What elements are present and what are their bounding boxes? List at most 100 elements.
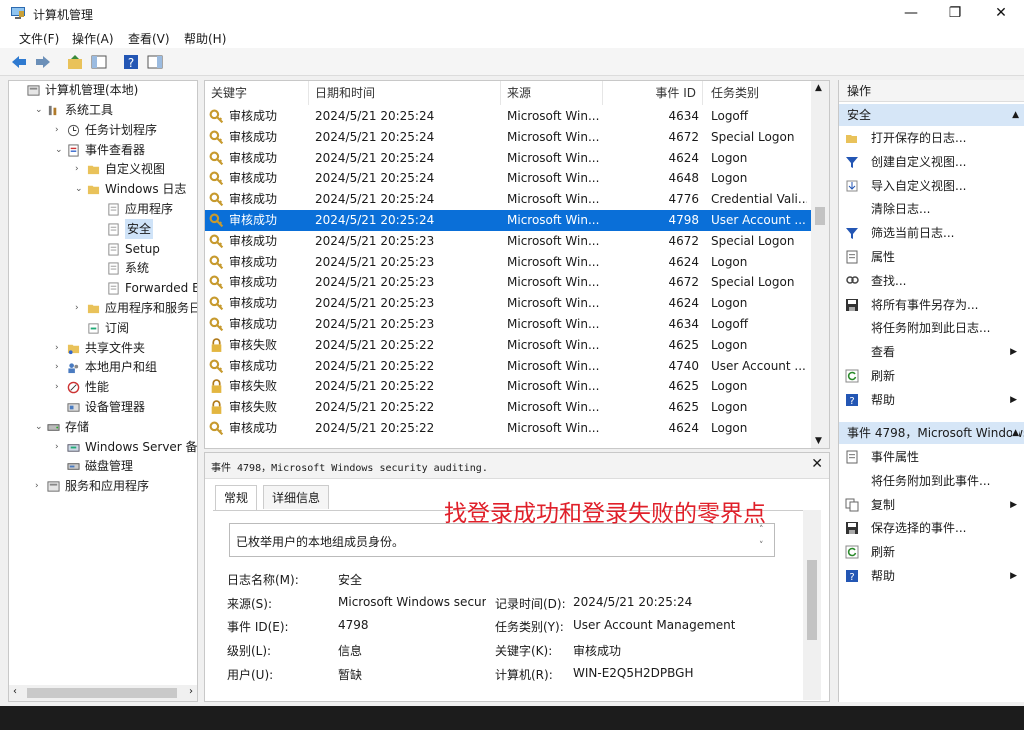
action-item[interactable]: 创建自定义视图... <box>839 150 1024 174</box>
tree-horizontal-scrollbar[interactable]: ‹ › <box>9 685 197 701</box>
tree-node[interactable]: 任务计划程序 <box>85 120 157 140</box>
event-row[interactable]: 审核成功 2024/5/21 20:25:23 Microsoft Win... 46… <box>205 252 811 273</box>
event-row[interactable]: 审核失败 2024/5/21 20:25:22 Microsoft Win... 46… <box>205 397 811 418</box>
tree-node[interactable]: 订阅 <box>105 318 129 338</box>
action-item[interactable]: 查看 ▶ <box>839 340 1024 364</box>
action-item[interactable]: ? 帮助 ▶ <box>839 388 1024 412</box>
tree-node[interactable]: 本地用户和组 <box>85 357 157 377</box>
event-row[interactable]: 审核成功 2024/5/21 20:25:23 Microsoft Win... 46… <box>205 231 811 252</box>
tree-node[interactable]: 系统 <box>125 258 149 278</box>
scroll-right-icon[interactable]: › <box>189 686 193 697</box>
tree-node[interactable]: 设备管理器 <box>85 397 145 417</box>
up-folder-icon[interactable] <box>66 53 84 71</box>
event-row[interactable]: 审核失败 2024/5/21 20:25:22 Microsoft Win... 46… <box>205 376 811 397</box>
menu-view[interactable]: 查看(V) <box>128 30 170 47</box>
event-row[interactable]: 审核成功 2024/5/21 20:25:24 Microsoft Win... 46… <box>205 168 811 189</box>
action-item[interactable]: 保存选择的事件... <box>839 516 1024 540</box>
action-item[interactable]: 筛选当前日志... <box>839 221 1024 245</box>
detail-scroll-thumb[interactable] <box>807 560 817 640</box>
help-icon[interactable]: ? <box>122 53 140 71</box>
event-row[interactable]: 审核成功 2024/5/21 20:25:24 Microsoft Win... 47… <box>205 210 811 231</box>
column-datetime[interactable]: 日期和时间 <box>309 81 501 105</box>
expand-chevron-icon[interactable]: › <box>55 338 59 358</box>
event-list-scroll-thumb[interactable] <box>815 207 825 225</box>
tree-node[interactable]: 共享文件夹 <box>85 338 145 358</box>
actions-section-event[interactable]: 事件 4798，Microsoft Windows security audit… <box>839 422 1024 444</box>
tree-node[interactable]: Forwarded Events <box>125 278 197 298</box>
action-item[interactable]: 查找... <box>839 269 1024 293</box>
action-item[interactable]: 刷新 <box>839 540 1024 564</box>
event-row[interactable]: 审核成功 2024/5/21 20:25:23 Microsoft Win... 46… <box>205 272 811 293</box>
action-item[interactable]: 清除日志... <box>839 197 1024 221</box>
collapse-chevron-icon[interactable]: ⌄ <box>75 179 83 199</box>
collapse-up-icon[interactable]: ▲ <box>1012 104 1019 126</box>
column-keyword[interactable]: 关键字 <box>205 81 309 105</box>
collapse-up-icon[interactable]: ▲ <box>1012 422 1019 444</box>
event-row[interactable]: 审核失败 2024/5/21 20:25:22 Microsoft Win... 46… <box>205 335 811 356</box>
action-item[interactable]: 事件属性 <box>839 445 1024 469</box>
collapse-chevron-icon[interactable]: ⌄ <box>35 100 43 120</box>
tree-node[interactable]: 性能 <box>85 377 109 397</box>
column-event-id[interactable]: 事件 ID <box>603 81 703 105</box>
actions-section-security[interactable]: 安全 ▲ <box>839 104 1024 126</box>
tree-node[interactable]: 应用程序 <box>125 199 173 219</box>
show-hide-action-pane-icon[interactable] <box>146 53 164 71</box>
event-row[interactable]: 审核成功 2024/5/21 20:25:22 Microsoft Win... 46… <box>205 418 811 439</box>
collapse-chevron-icon[interactable]: ⌄ <box>55 140 63 160</box>
action-item[interactable]: 复制 ▶ <box>839 493 1024 517</box>
description-scroll-down-icon[interactable]: ˅ <box>759 541 764 551</box>
minimize-button[interactable]: — <box>888 0 934 26</box>
tree-node[interactable]: 应用程序和服务日志 <box>105 298 197 318</box>
tree-node[interactable]: 存储 <box>65 417 89 437</box>
menu-file[interactable]: 文件(F) <box>19 30 59 47</box>
menu-help[interactable]: 帮助(H) <box>184 30 226 47</box>
detail-vertical-scrollbar[interactable] <box>803 510 821 700</box>
collapse-chevron-icon[interactable]: ⌄ <box>35 417 43 437</box>
scroll-left-icon[interactable]: ‹ <box>13 686 17 697</box>
action-item[interactable]: 将任务附加到此日志... <box>839 316 1024 340</box>
detail-close-button[interactable]: ✕ <box>811 456 823 472</box>
expand-chevron-icon[interactable]: › <box>75 298 79 318</box>
action-item[interactable]: ? 帮助 ▶ <box>839 564 1024 588</box>
event-row[interactable]: 审核成功 2024/5/21 20:25:24 Microsoft Win... 46… <box>205 148 811 169</box>
expand-chevron-icon[interactable]: › <box>55 377 59 397</box>
close-button[interactable]: ✕ <box>978 0 1024 26</box>
menu-action[interactable]: 操作(A) <box>72 30 114 47</box>
event-row[interactable]: 审核成功 2024/5/21 20:25:24 Microsoft Win... 47… <box>205 189 811 210</box>
tree-node[interactable]: 自定义视图 <box>105 159 165 179</box>
forward-arrow-icon[interactable] <box>34 53 52 71</box>
tree-node[interactable]: 系统工具 <box>65 100 113 120</box>
tab-details[interactable]: 详细信息 <box>263 485 330 509</box>
tree-node[interactable]: 计算机管理(本地) <box>45 81 138 100</box>
tab-general[interactable]: 常规 <box>215 485 258 511</box>
action-item[interactable]: 导入自定义视图... <box>839 174 1024 198</box>
action-item[interactable]: 刷新 <box>839 364 1024 388</box>
column-task-category[interactable]: 任务类别 <box>703 81 811 105</box>
tree-node[interactable]: Setup <box>125 239 160 259</box>
tree-node[interactable]: 安全 <box>125 218 154 239</box>
action-item[interactable]: 打开保存的日志... <box>839 126 1024 150</box>
scroll-up-icon[interactable]: ▲ <box>815 83 822 93</box>
tree-node[interactable]: Windows 日志 <box>105 179 186 199</box>
tree-node[interactable]: 事件查看器 <box>85 140 145 160</box>
event-row[interactable]: 审核成功 2024/5/21 20:25:22 Microsoft Win... 47… <box>205 356 811 377</box>
expand-chevron-icon[interactable]: › <box>55 120 59 140</box>
tree-node[interactable]: 服务和应用程序 <box>65 476 149 496</box>
event-row[interactable]: 审核成功 2024/5/21 20:25:23 Microsoft Win... 46… <box>205 314 811 335</box>
show-hide-tree-icon[interactable] <box>90 53 108 71</box>
event-row[interactable]: 审核成功 2024/5/21 20:25:24 Microsoft Win... 46… <box>205 127 811 148</box>
tree-node[interactable]: 磁盘管理 <box>85 456 133 476</box>
tree-node[interactable]: Windows Server 备份 <box>85 437 197 457</box>
maximize-button[interactable]: ❐ <box>932 0 978 26</box>
scroll-down-icon[interactable]: ▼ <box>815 436 822 446</box>
expand-chevron-icon[interactable]: › <box>55 437 59 457</box>
column-source[interactable]: 来源 <box>501 81 603 105</box>
expand-chevron-icon[interactable]: › <box>55 357 59 377</box>
event-list-vertical-scrollbar[interactable]: ▲ ▼ <box>811 81 829 448</box>
expand-chevron-icon[interactable]: › <box>75 159 79 179</box>
back-arrow-icon[interactable] <box>10 53 28 71</box>
expand-chevron-icon[interactable]: › <box>35 476 39 496</box>
action-item[interactable]: 属性 <box>839 245 1024 269</box>
tree-scroll-thumb[interactable] <box>27 688 177 698</box>
event-row[interactable]: 审核成功 2024/5/21 20:25:24 Microsoft Win... 46… <box>205 106 811 127</box>
